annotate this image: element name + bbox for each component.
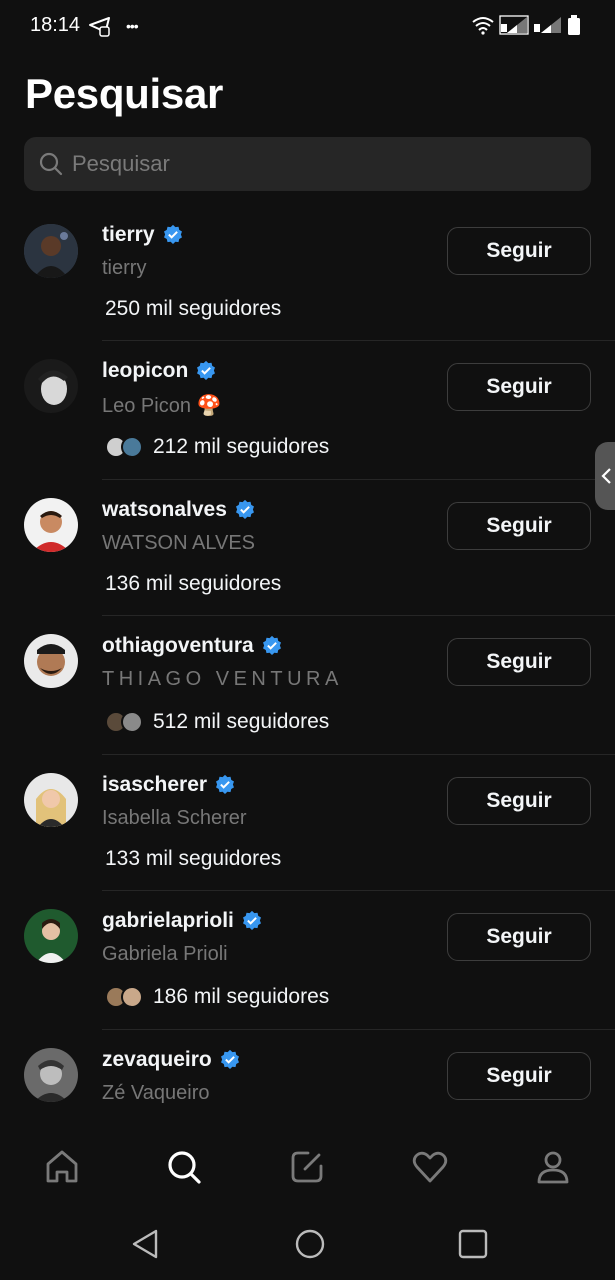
follower-count: 133 mil seguidores bbox=[105, 847, 282, 870]
avatar[interactable] bbox=[24, 224, 78, 278]
divider bbox=[102, 479, 615, 480]
verified-badge-icon bbox=[220, 1049, 239, 1069]
full-name: Zé Vaqueiro bbox=[102, 1082, 210, 1104]
verified-badge-icon bbox=[235, 499, 254, 519]
mutual-followers-avatars bbox=[105, 711, 143, 733]
full-name: tierry bbox=[102, 257, 147, 279]
signal-sim1-icon bbox=[499, 15, 529, 35]
bottom-navigation bbox=[0, 1128, 615, 1206]
system-recents-button[interactable] bbox=[455, 1226, 491, 1262]
username[interactable]: watsonalves bbox=[102, 498, 227, 522]
divider bbox=[102, 1029, 615, 1030]
home-circle-icon bbox=[295, 1229, 325, 1259]
search-icon bbox=[39, 152, 63, 176]
mutual-avatar bbox=[121, 436, 143, 458]
avatar[interactable] bbox=[24, 1048, 78, 1102]
battery-icon bbox=[568, 15, 580, 35]
username[interactable]: gabrielaprioli bbox=[102, 909, 234, 933]
wifi-icon bbox=[472, 17, 494, 35]
username[interactable]: othiagoventura bbox=[102, 634, 254, 658]
full-name: Gabriela Prioli bbox=[102, 943, 228, 965]
divider bbox=[102, 754, 615, 755]
nav-home[interactable] bbox=[41, 1146, 83, 1188]
mutual-avatar bbox=[121, 986, 143, 1008]
follow-button[interactable]: Seguir bbox=[447, 502, 591, 550]
recents-icon bbox=[458, 1229, 488, 1259]
search-results-list: tierry tierry 250 mil seguidores Seguir … bbox=[0, 205, 615, 1125]
follower-count: 136 mil seguidores bbox=[105, 572, 282, 595]
system-home-button[interactable] bbox=[292, 1226, 328, 1262]
verified-badge-icon bbox=[197, 360, 216, 380]
divider bbox=[102, 340, 615, 341]
status-bar: 18:14 ••• bbox=[0, 0, 615, 52]
full-name: Leo Picon 🍄 bbox=[102, 395, 222, 417]
system-back-button[interactable] bbox=[128, 1226, 164, 1262]
follower-count: 250 mil seguidores bbox=[105, 297, 282, 320]
system-navigation bbox=[0, 1208, 615, 1280]
nav-search[interactable] bbox=[163, 1146, 205, 1188]
home-icon bbox=[46, 1150, 78, 1183]
verified-badge-icon bbox=[163, 224, 182, 244]
avatar[interactable] bbox=[24, 359, 78, 413]
status-notification-icons: ••• bbox=[88, 15, 139, 37]
follow-button[interactable]: Seguir bbox=[447, 777, 591, 825]
search-icon bbox=[168, 1151, 201, 1184]
nav-profile[interactable] bbox=[532, 1146, 574, 1188]
full-name: Isabella Scherer bbox=[102, 807, 247, 829]
more-notifications-icon: ••• bbox=[126, 18, 139, 34]
follower-count: 186 mil seguidores bbox=[153, 985, 330, 1008]
follower-count: 512 mil seguidores bbox=[153, 710, 330, 733]
search-bar[interactable] bbox=[24, 137, 591, 191]
username[interactable]: leopicon bbox=[102, 359, 188, 383]
divider bbox=[102, 890, 615, 891]
back-icon bbox=[132, 1229, 158, 1259]
username[interactable]: zevaqueiro bbox=[102, 1048, 212, 1072]
verified-badge-icon bbox=[262, 635, 281, 655]
follow-button[interactable]: Seguir bbox=[447, 913, 591, 961]
avatar[interactable] bbox=[24, 909, 78, 963]
full-name: WATSON ALVES bbox=[102, 532, 255, 554]
side-panel-handle[interactable] bbox=[595, 442, 615, 510]
verified-badge-icon bbox=[216, 774, 235, 794]
heart-icon bbox=[412, 1151, 448, 1183]
status-time: 18:14 bbox=[30, 14, 81, 36]
follow-button[interactable]: Seguir bbox=[447, 638, 591, 686]
profile-icon bbox=[537, 1151, 569, 1184]
username[interactable]: tierry bbox=[102, 223, 155, 247]
search-input[interactable] bbox=[72, 151, 552, 177]
telegram-notification-icon bbox=[89, 17, 110, 37]
verified-badge-icon bbox=[242, 910, 261, 930]
avatar[interactable] bbox=[24, 634, 78, 688]
signal-sim2-icon bbox=[534, 17, 561, 33]
follower-count: 212 mil seguidores bbox=[153, 435, 330, 458]
follow-button[interactable]: Seguir bbox=[447, 363, 591, 411]
nav-activity[interactable] bbox=[409, 1146, 451, 1188]
page-title: Pesquisar bbox=[25, 70, 224, 117]
nav-compose[interactable] bbox=[286, 1146, 328, 1188]
full-name: THIAGO VENTURA bbox=[102, 668, 343, 690]
follow-button[interactable]: Seguir bbox=[447, 227, 591, 275]
follow-button[interactable]: Seguir bbox=[447, 1052, 591, 1100]
avatar[interactable] bbox=[24, 773, 78, 827]
chevron-left-icon bbox=[601, 468, 611, 484]
avatar[interactable] bbox=[24, 498, 78, 552]
mutual-followers-avatars bbox=[105, 986, 143, 1008]
divider bbox=[102, 615, 615, 616]
username[interactable]: isascherer bbox=[102, 773, 207, 797]
mutual-avatar bbox=[121, 711, 143, 733]
mutual-followers-avatars bbox=[105, 436, 143, 458]
status-system-icons bbox=[471, 14, 581, 36]
compose-icon bbox=[291, 1151, 323, 1183]
